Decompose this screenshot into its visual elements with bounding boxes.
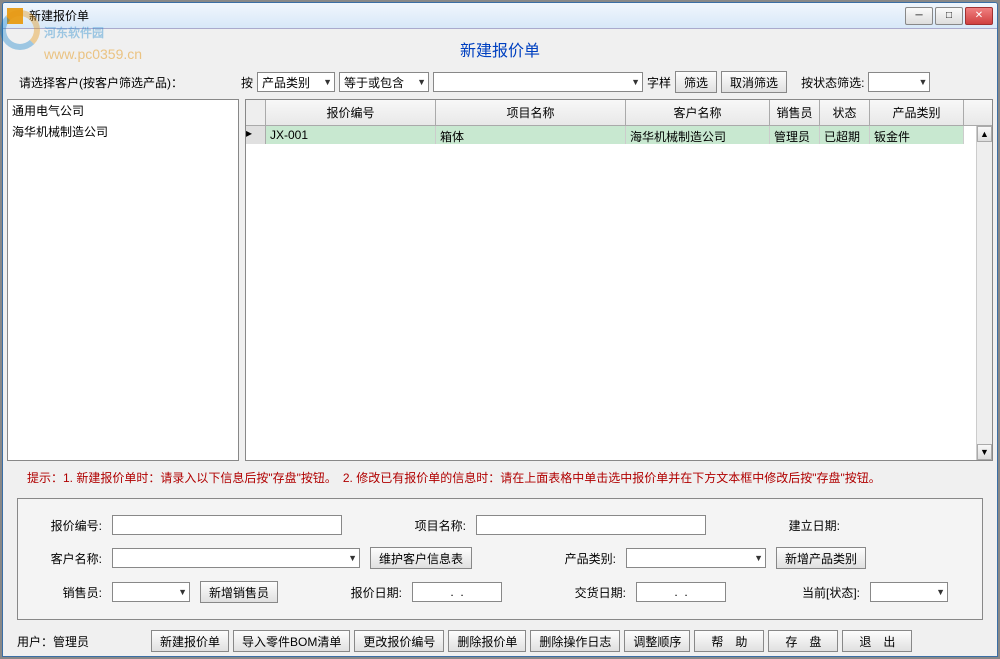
edit-form: 报价编号: 项目名称: 建立日期: 客户名称: 维护客户信息表 产品类别: 新增…: [17, 498, 983, 620]
change-quote-no-button[interactable]: 更改报价编号: [354, 630, 444, 652]
th-category[interactable]: 产品类别: [870, 100, 964, 125]
filter-suffix: 字样: [647, 74, 671, 91]
cell-project: 箱体: [436, 126, 626, 144]
label-quote-date: 报价日期:: [338, 584, 402, 601]
add-category-button[interactable]: 新增产品类别: [776, 547, 866, 569]
delete-quote-button[interactable]: 删除报价单: [448, 630, 526, 652]
project-input[interactable]: [476, 515, 706, 535]
th-customer[interactable]: 客户名称: [626, 100, 770, 125]
list-item[interactable]: 海华机械制造公司: [8, 121, 238, 142]
filter-by-dropdown[interactable]: 产品类别: [257, 72, 335, 92]
label-current-status: 当前[状态]:: [796, 584, 860, 601]
sidebar-label: 请选择客户(按客户筛选产品)：: [7, 74, 237, 91]
state-filter-label: 按状态筛选:: [801, 74, 864, 91]
cell-customer: 海华机械制造公司: [626, 126, 770, 144]
delivery-date-input[interactable]: [636, 582, 726, 602]
import-bom-button[interactable]: 导入零件BOM清单: [233, 630, 350, 652]
adjust-order-button[interactable]: 调整顺序: [624, 630, 690, 652]
scroll-up-icon[interactable]: ▲: [977, 126, 992, 142]
save-button[interactable]: 存 盘: [768, 630, 838, 652]
scrollbar-vertical[interactable]: ▲ ▼: [976, 126, 992, 460]
th-project[interactable]: 项目名称: [436, 100, 626, 125]
help-button[interactable]: 帮 助: [694, 630, 764, 652]
customer-listbox[interactable]: 通用电气公司 海华机械制造公司: [7, 99, 239, 461]
maximize-button[interactable]: □: [935, 7, 963, 25]
quote-date-input[interactable]: [412, 582, 502, 602]
page-title: 新建报价单: [7, 33, 993, 69]
cell-quote-no: JX-001: [266, 126, 436, 144]
table-row[interactable]: ▸ JX-001 箱体 海华机械制造公司 管理员 已超期 钣金件: [246, 126, 992, 144]
filter-cond-dropdown[interactable]: 等于或包含: [339, 72, 429, 92]
exit-button[interactable]: 退 出: [842, 630, 912, 652]
state-filter-dropdown[interactable]: [868, 72, 930, 92]
add-sales-button[interactable]: 新增销售员: [200, 581, 278, 603]
delete-log-button[interactable]: 删除操作日志: [530, 630, 620, 652]
cell-category: 钣金件: [870, 126, 964, 144]
label-category: 产品类别:: [552, 550, 616, 567]
quote-table: 报价编号 项目名称 客户名称 销售员 状态 产品类别 ▸ JX-001 箱体 海…: [245, 99, 993, 461]
hint-text: 提示：1. 新建报价单时：请录入以下信息后按"存盘"按钮。 2. 修改已有报价单…: [7, 461, 993, 494]
sales-dropdown[interactable]: [112, 582, 190, 602]
label-delivery-date: 交货日期:: [562, 584, 626, 601]
label-sales: 销售员:: [38, 584, 102, 601]
list-item[interactable]: 通用电气公司: [8, 100, 238, 121]
th-status[interactable]: 状态: [820, 100, 870, 125]
maintain-customer-button[interactable]: 维护客户信息表: [370, 547, 472, 569]
filter-button[interactable]: 筛选: [675, 71, 717, 93]
th-quote-no[interactable]: 报价编号: [266, 100, 436, 125]
minimize-button[interactable]: ─: [905, 7, 933, 25]
filter-text-dropdown[interactable]: [433, 72, 643, 92]
titlebar: 新建报价单 ─ □ ✕: [3, 3, 997, 29]
category-dropdown[interactable]: [626, 548, 766, 568]
scroll-down-icon[interactable]: ▼: [977, 444, 992, 460]
cell-sales: 管理员: [770, 126, 820, 144]
cancel-filter-button[interactable]: 取消筛选: [721, 71, 787, 93]
app-icon: [7, 8, 23, 24]
close-button[interactable]: ✕: [965, 7, 993, 25]
quote-no-input[interactable]: [112, 515, 342, 535]
customer-dropdown[interactable]: [112, 548, 360, 568]
filter-by-label: 按: [241, 74, 253, 91]
user-label: 用户：管理员: [17, 633, 147, 650]
new-quote-button[interactable]: 新建报价单: [151, 630, 229, 652]
window-title: 新建报价单: [29, 7, 905, 24]
th-sales[interactable]: 销售员: [770, 100, 820, 125]
label-project: 项目名称:: [402, 517, 466, 534]
status-dropdown[interactable]: [870, 582, 948, 602]
label-customer: 客户名称:: [38, 550, 102, 567]
label-create-date: 建立日期:: [776, 517, 840, 534]
cell-status: 已超期: [820, 126, 870, 144]
label-quote-no: 报价编号:: [38, 517, 102, 534]
